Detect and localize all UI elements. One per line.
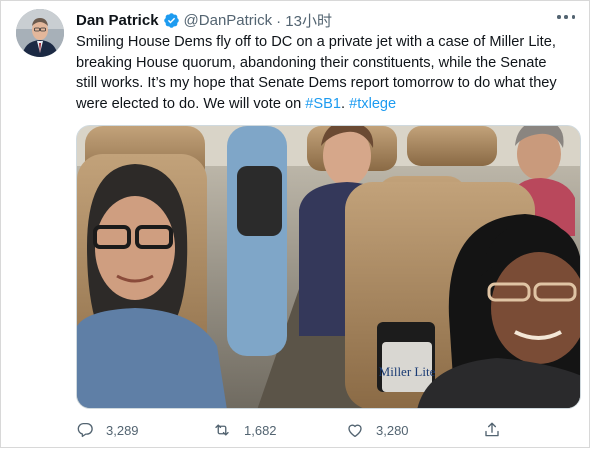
share-icon xyxy=(483,421,501,439)
author-handle[interactable]: @DanPatrick xyxy=(184,12,273,29)
heart-icon xyxy=(346,421,364,439)
tweet-text-line: still works. It’s my hope that Senate De… xyxy=(76,75,557,91)
bus-interior-photo: Miller Lite xyxy=(77,126,580,408)
avatar-photo xyxy=(16,9,64,57)
author-display-name[interactable]: Dan Patrick xyxy=(76,12,159,29)
hashtag-link[interactable]: #SB1 xyxy=(305,96,341,112)
reply-icon xyxy=(76,421,94,439)
tweet-text-line: were elected to do. We will vote on xyxy=(76,95,306,112)
like-button[interactable]: 3,280 xyxy=(346,419,409,441)
tweet-card[interactable]: Dan Patrick @DanPatrick · 13小时 Smiling H… xyxy=(0,0,590,448)
tweet-photo[interactable]: Miller Lite xyxy=(76,125,581,409)
hashtag-separator: . xyxy=(341,95,350,112)
like-count: 3,280 xyxy=(376,422,409,438)
share-button[interactable] xyxy=(483,419,501,441)
more-options-icon[interactable] xyxy=(557,13,575,21)
miller-lite-label: Miller Lite xyxy=(379,364,436,379)
tweet-text: Smiling House Dems fly off to DC on a pr… xyxy=(76,32,581,114)
tweet-text-line: Smiling House Dems fly off to DC on a pr… xyxy=(76,34,556,50)
retweet-count: 1,682 xyxy=(244,422,277,438)
tweet-text-line-last: were elected to do. We will vote on #SB1… xyxy=(76,94,581,115)
tweet-text-line: breaking House quorum, abandoning their … xyxy=(76,54,547,71)
reply-button[interactable]: 3,289 xyxy=(76,419,139,441)
avatar[interactable] xyxy=(16,9,64,57)
verified-badge-icon xyxy=(163,12,180,29)
tweet-actions: 3,289 1,682 3,280 xyxy=(76,419,581,441)
tweet-timestamp[interactable]: · 13小时 xyxy=(276,10,332,31)
tweet-header: Dan Patrick @DanPatrick · 13小时 xyxy=(76,10,332,30)
hashtag-link[interactable]: #txlege xyxy=(349,96,396,112)
retweet-icon xyxy=(212,421,232,439)
reply-count: 3,289 xyxy=(106,422,139,438)
retweet-button[interactable]: 1,682 xyxy=(212,419,277,441)
